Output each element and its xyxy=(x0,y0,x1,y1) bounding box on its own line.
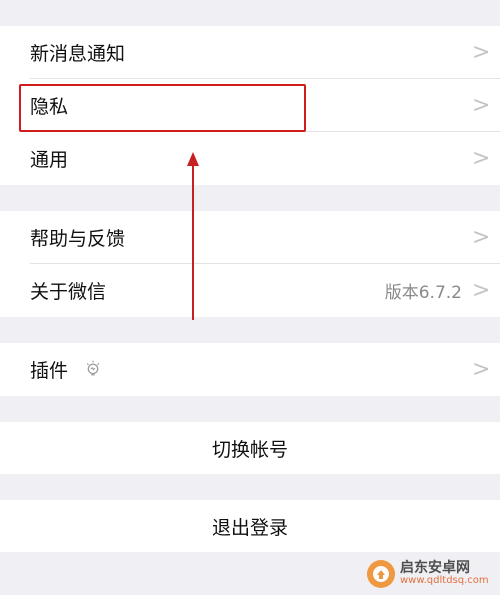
top-gap xyxy=(0,0,500,26)
watermark-text: 启东安卓网 www.qdltdsq.com xyxy=(400,561,489,586)
row-plugins-label: 插件 xyxy=(30,356,472,383)
lightbulb-icon xyxy=(86,360,100,376)
settings-group-2: 帮助与反馈 > 关于微信 版本6.7.2 > xyxy=(0,211,500,317)
watermark: 启东安卓网 www.qdltdsq.com xyxy=(366,557,496,591)
watermark-url: www.qdltdsq.com xyxy=(400,575,489,587)
row-general[interactable]: 通用 > xyxy=(0,132,500,185)
logout-button[interactable]: 退出登录 xyxy=(0,500,500,552)
privacy-highlight-box xyxy=(19,84,306,132)
section-gap xyxy=(0,185,500,211)
section-gap xyxy=(0,474,500,500)
switch-account-button[interactable]: 切换帐号 xyxy=(0,422,500,474)
chevron-right-icon: > xyxy=(472,92,491,118)
watermark-title: 启东安卓网 xyxy=(400,560,470,577)
watermark-logo-icon xyxy=(367,560,395,588)
row-plugins[interactable]: 插件 > xyxy=(0,343,500,396)
row-general-label: 通用 xyxy=(30,149,69,171)
chevron-right-icon: > xyxy=(472,145,491,171)
plugins-label-text: 插件 xyxy=(30,360,69,382)
row-help-feedback-label: 帮助与反馈 xyxy=(30,228,126,250)
logout-label: 退出登录 xyxy=(211,516,288,539)
chevron-right-icon: > xyxy=(472,356,491,382)
chevron-right-icon: > xyxy=(472,224,491,250)
row-help-feedback[interactable]: 帮助与反馈 > xyxy=(0,211,500,264)
section-gap xyxy=(0,317,500,343)
row-about-wechat-label: 关于微信 xyxy=(30,281,107,303)
chevron-right-icon: > xyxy=(472,39,491,65)
version-value: 版本6.7.2 xyxy=(384,283,462,303)
chevron-right-icon: > xyxy=(472,277,491,303)
row-about-wechat[interactable]: 关于微信 版本6.7.2 > xyxy=(0,264,500,317)
up-arrow-annotation xyxy=(187,152,199,320)
row-notifications-label: 新消息通知 xyxy=(30,43,126,65)
settings-group-3: 插件 > xyxy=(0,343,500,396)
section-gap xyxy=(0,396,500,422)
switch-account-label: 切换帐号 xyxy=(211,438,288,461)
row-notifications[interactable]: 新消息通知 > xyxy=(0,26,500,79)
